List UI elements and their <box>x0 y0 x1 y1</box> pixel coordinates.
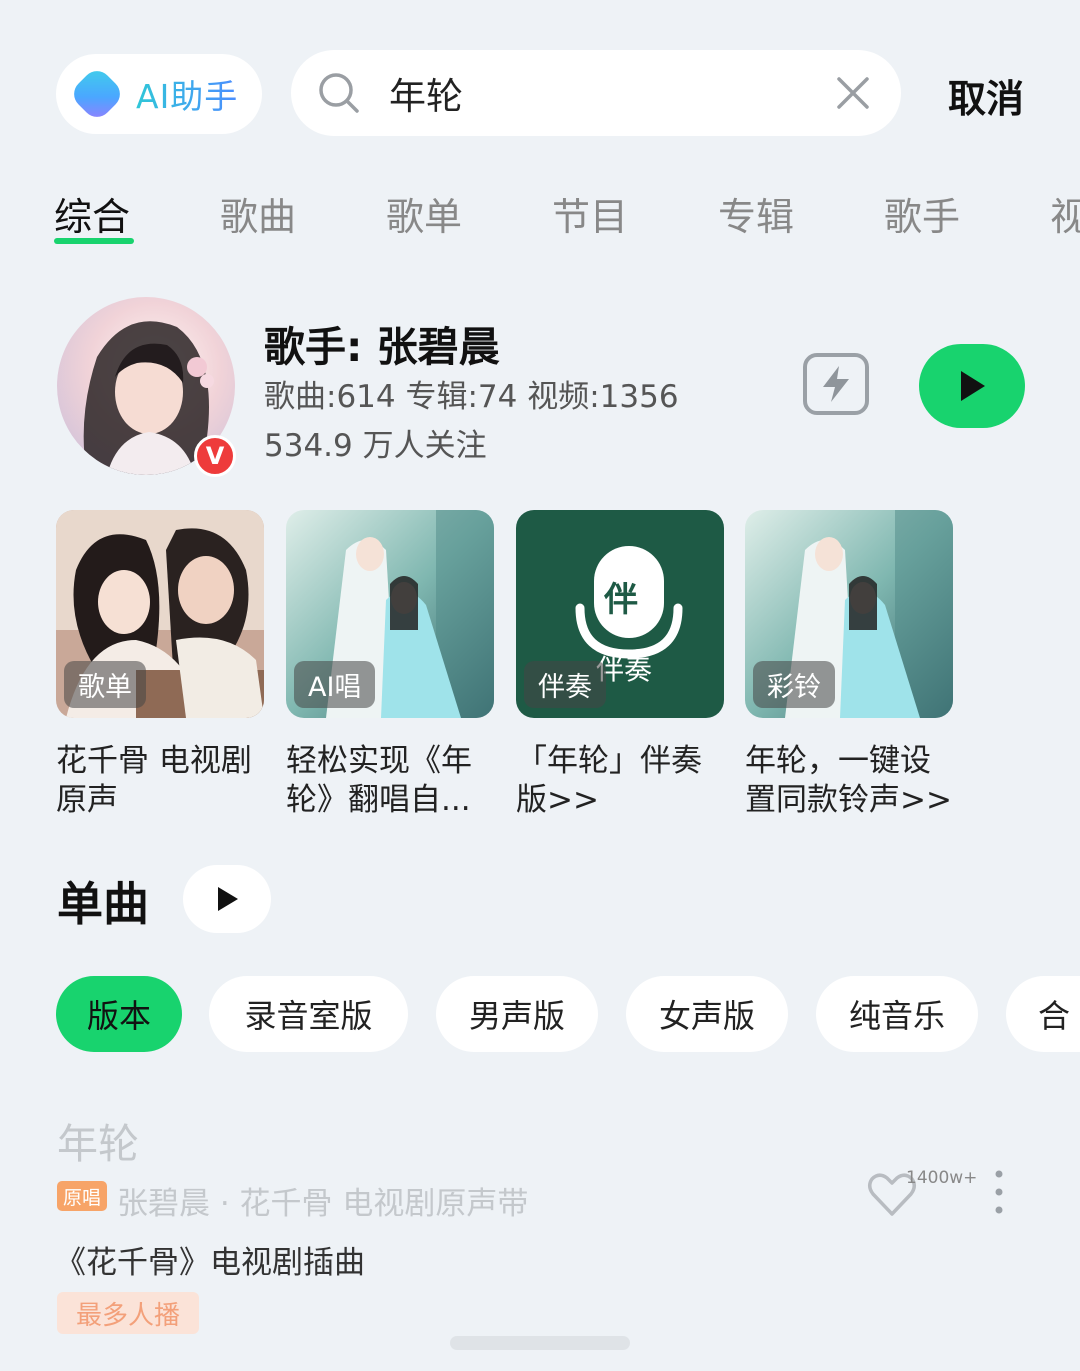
ai-assistant-button[interactable]: AI助手 <box>56 54 262 134</box>
play-artist-button[interactable] <box>919 344 1025 428</box>
chip-duet[interactable]: 合 <box>1006 976 1080 1052</box>
search-input[interactable]: 年轮 <box>389 66 835 120</box>
home-indicator <box>450 1336 630 1350</box>
card-title[interactable]: 花千骨 电视剧原声 <box>56 742 268 820</box>
ai-assistant-label: AI助手 <box>136 70 238 118</box>
chip-studio[interactable]: 录音室版 <box>209 976 408 1052</box>
song-meta: 张碧晨 · 花千骨 电视剧原声带 <box>117 1186 529 1222</box>
singles-heading: 单曲 <box>57 877 149 931</box>
card-tag: 彩铃 <box>753 661 835 708</box>
tab-songs[interactable]: 歌曲 <box>220 186 296 241</box>
most-played-badge: 最多人播 <box>57 1292 199 1334</box>
play-icon <box>218 887 238 911</box>
search-bar[interactable]: 年轮 <box>291 50 901 136</box>
card-title[interactable]: 轻松实现《年轮》翻唱自... <box>286 742 491 820</box>
card-tag: 伴奏 <box>524 661 606 708</box>
song-description: 《花千骨》电视剧插曲 <box>55 1245 365 1281</box>
lightning-icon <box>823 366 849 402</box>
mic-text: 伴 <box>604 580 638 620</box>
play-all-button[interactable] <box>183 865 271 933</box>
card-ringtone[interactable]: 彩铃 <box>745 510 953 718</box>
original-badge: 原唱 <box>57 1181 107 1211</box>
artist-stats: 歌曲:614 专辑:74 视频:1356 <box>264 379 679 415</box>
tab-playlists[interactable]: 歌单 <box>386 186 462 241</box>
card-title[interactable]: 「年轮」伴奏版>> <box>516 742 721 820</box>
tab-videos[interactable]: 视 <box>1050 186 1080 241</box>
play-icon <box>961 371 985 401</box>
close-icon[interactable] <box>835 75 871 111</box>
tab-albums[interactable]: 专辑 <box>718 186 794 241</box>
chip-instrumental[interactable]: 纯音乐 <box>816 976 978 1052</box>
tab-programs[interactable]: 节目 <box>552 186 628 241</box>
artist-name[interactable]: 歌手: 张碧晨 <box>264 313 500 373</box>
more-icon[interactable] <box>988 1168 1010 1220</box>
chip-version[interactable]: 版本 <box>56 976 182 1052</box>
chip-male[interactable]: 男声版 <box>436 976 598 1052</box>
artist-followers: 534.9 万人关注 <box>264 428 487 464</box>
card-tag: AI唱 <box>294 661 376 708</box>
flash-play-button[interactable] <box>803 353 869 415</box>
song-title[interactable]: 年轮 <box>57 1110 139 1170</box>
like-count: 1400w+ <box>906 1168 978 1188</box>
card-tag: 歌单 <box>64 661 146 708</box>
search-icon <box>319 73 359 113</box>
card-accompaniment[interactable]: 伴 伴奏 伴奏 <box>516 510 724 718</box>
card-playlist[interactable]: 歌单 <box>56 510 264 718</box>
cancel-button[interactable]: 取消 <box>948 68 1024 123</box>
active-tab-indicator <box>54 238 134 244</box>
ai-logo-icon <box>68 65 126 123</box>
verified-badge: V <box>194 435 236 477</box>
chip-female[interactable]: 女声版 <box>626 976 788 1052</box>
tab-artists[interactable]: 歌手 <box>884 186 960 241</box>
tab-comprehensive[interactable]: 综合 <box>54 186 130 241</box>
card-ai-sing[interactable]: AI唱 <box>286 510 494 718</box>
card-title[interactable]: 年轮，一键设置同款铃声>> <box>745 742 960 820</box>
